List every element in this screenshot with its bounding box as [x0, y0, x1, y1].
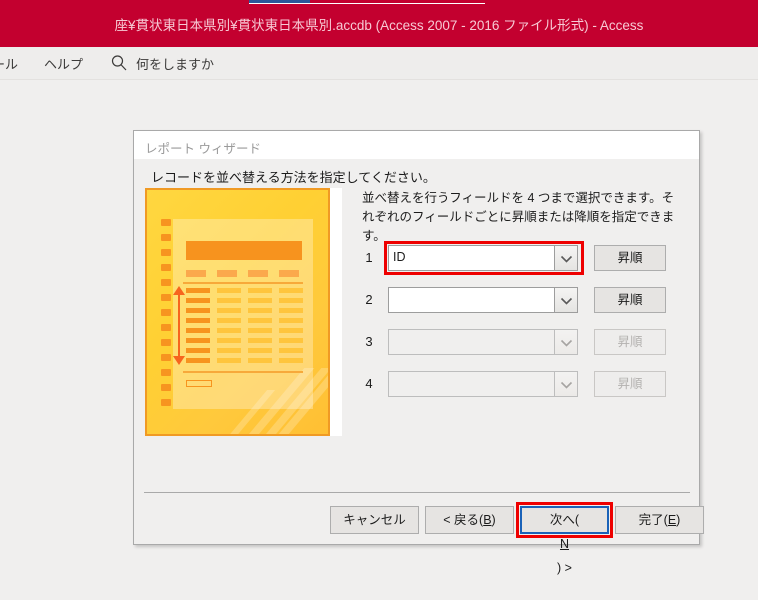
report-sort-preview-illustration [145, 188, 330, 436]
dialog-title: レポート ウィザード [145, 142, 261, 156]
window-title: 座¥貫状東日本県別¥貫状東日本県別.accdb (Access 2007 - 2… [114, 18, 644, 33]
ribbon-tab-underline [249, 3, 485, 4]
application-titlebar: 座¥貫状東日本県別¥貫状東日本県別.accdb (Access 2007 - 2… [0, 0, 758, 47]
report-wizard-dialog: レポート ウィザード レコードを並べ替える方法を指定してください。 並べ替えを行… [133, 130, 704, 575]
sort-order-button-4: 昇順 [594, 371, 666, 397]
chevron-down-icon [554, 372, 577, 396]
dialog-prompt-text: レコードを並べ替える方法を指定してください。 [151, 170, 436, 185]
tell-me-search-input[interactable]: 何をしますか [136, 54, 214, 73]
sort-row-3: 3 昇順 [362, 329, 687, 355]
sort-row-3-number: 3 [365, 334, 373, 349]
back-button-accelerator: B [483, 513, 492, 527]
back-button-label-prefix: < 戻る( [443, 513, 484, 527]
back-button-label-suffix: ) [491, 513, 496, 527]
access-application-window: 座¥貫状東日本県別¥貫状東日本県別.accdb (Access 2007 - 2… [0, 0, 758, 600]
arrow-down-icon [173, 356, 185, 365]
sort-order-button-3: 昇順 [594, 329, 666, 355]
chevron-down-icon [554, 330, 577, 354]
sort-field-combo-1-value: ID [393, 250, 406, 264]
preview-rule-bottom [183, 371, 303, 373]
chevron-down-icon[interactable] [554, 288, 577, 312]
search-icon [110, 54, 128, 72]
sort-field-combo-3 [388, 329, 578, 355]
sort-row-1-number: 1 [365, 250, 373, 265]
next-button-label-prefix: 次へ( [549, 513, 580, 527]
next-button-label-suffix: ) > [557, 561, 572, 575]
sort-field-combo-1[interactable]: ID [388, 245, 578, 271]
sort-order-button-1[interactable]: 昇順 [594, 245, 666, 271]
preview-rule-top [183, 282, 303, 284]
finish-button[interactable]: 完了(E) [615, 506, 704, 534]
menu-item-help[interactable]: ヘルプ [44, 54, 83, 73]
preview-report-footer [186, 380, 212, 387]
sort-order-button-2[interactable]: 昇順 [594, 287, 666, 313]
finish-button-label-prefix: 完了( [638, 513, 668, 527]
dialog-footer-separator [144, 492, 690, 493]
sort-row-1: 1 ID 昇順 [362, 245, 687, 271]
back-button[interactable]: < 戻る(B) [425, 506, 514, 534]
menu-bar: ール ヘルプ 何をしますか [0, 47, 758, 80]
cancel-button[interactable]: キャンセル [330, 506, 419, 534]
sort-row-2-number: 2 [365, 292, 373, 307]
sort-field-combo-2[interactable] [388, 287, 578, 313]
sort-row-2: 2 昇順 [362, 287, 687, 313]
finish-button-accelerator: E [667, 513, 677, 527]
chevron-down-icon[interactable] [554, 246, 577, 270]
dialog-titlebar: レポート ウィザード [134, 131, 699, 159]
sort-description-text: 並べ替えを行うフィールドを 4 つまで選択できます。それぞれのフィールドごとに昇… [362, 191, 675, 243]
preview-panel [145, 188, 342, 436]
sort-direction-arrow-icon [178, 293, 180, 358]
sort-row-4-number: 4 [365, 376, 373, 391]
ribbon-tab-strip-remnant [249, 0, 485, 4]
preview-report-header [186, 241, 302, 260]
next-button-accelerator: N [559, 537, 570, 551]
sort-row-4: 4 昇順 [362, 371, 687, 397]
sort-field-combo-4 [388, 371, 578, 397]
arrow-up-icon [173, 286, 185, 295]
finish-button-label-suffix: ) [676, 513, 681, 527]
menu-item-tools[interactable]: ール [0, 54, 18, 73]
next-button[interactable]: 次へ( N ) > [520, 506, 609, 575]
